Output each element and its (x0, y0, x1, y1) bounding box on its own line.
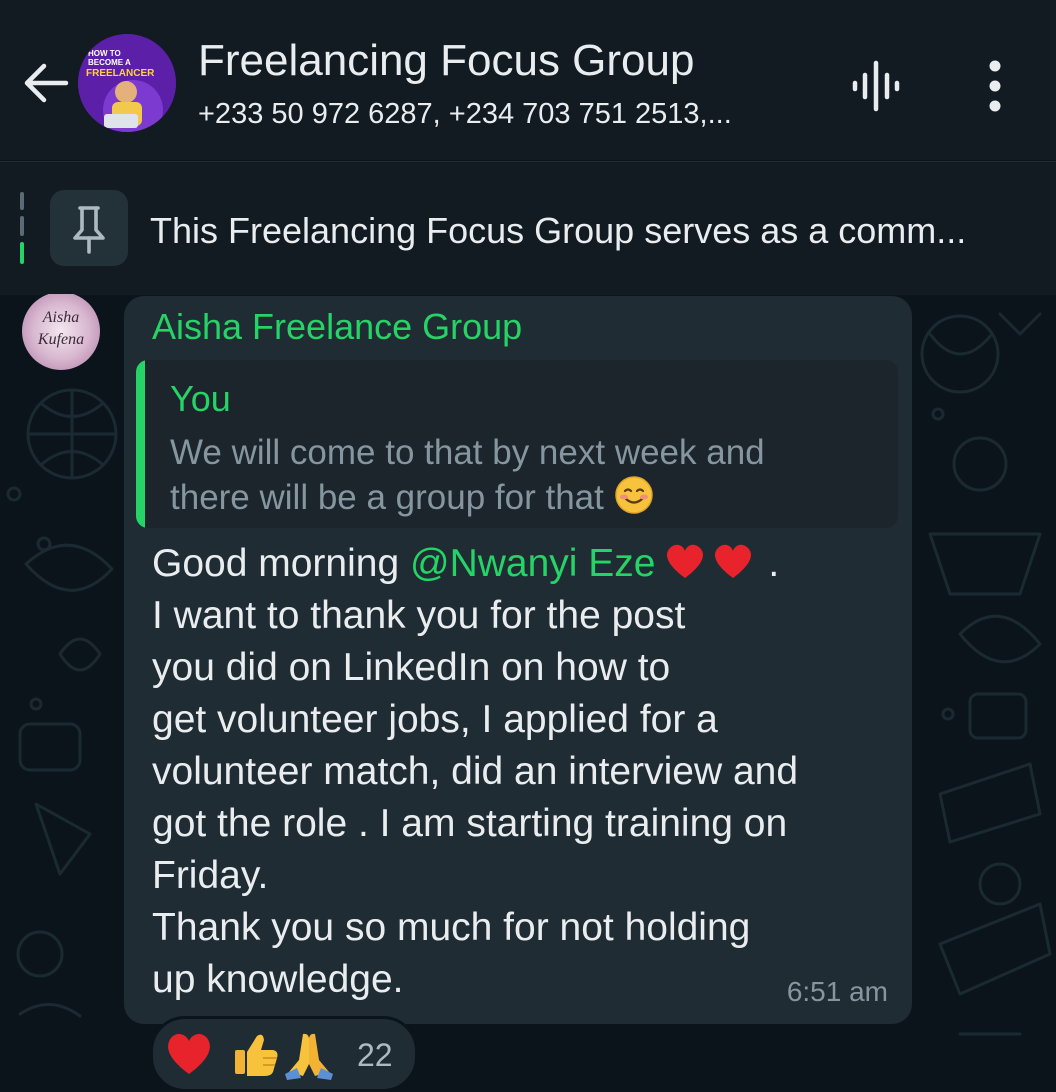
greeting-end: . (757, 542, 780, 585)
avatar-text-line: HOW TO (88, 49, 121, 58)
two-hearts-emoji (666, 544, 751, 578)
message-bubble[interactable]: Aisha Freelance Group You We will come t… (124, 296, 912, 1024)
message-timestamp: 6:51 am (786, 976, 888, 1007)
sender-name[interactable]: Aisha Freelance Group (152, 306, 522, 348)
reactions-pill[interactable]: 22 (150, 1016, 418, 1092)
mention-link[interactable]: @Nwanyi Eze (410, 542, 656, 585)
participants-list[interactable]: +233 50 972 6287, +234 703 751 2513,... (198, 98, 732, 131)
more-options-icon[interactable] (972, 58, 1018, 114)
quoted-reply[interactable]: You We will come to that by next week an… (136, 360, 898, 528)
pinned-indicator (20, 192, 24, 264)
quote-author: You (170, 378, 231, 419)
pinned-message-text[interactable]: This Freelancing Focus Group serves as a… (150, 210, 966, 252)
chat-header: HOW TO BECOME A FREELANCER Freelancing F… (0, 0, 1056, 160)
voice-chat-icon[interactable] (845, 55, 907, 117)
chat-title[interactable]: Freelancing Focus Group (198, 36, 694, 86)
reaction-emojis (168, 1033, 333, 1080)
message-body-text: I want to thank you for the post you did… (152, 594, 799, 1001)
quote-text: We will come to that by next week and th… (170, 430, 890, 520)
avatar-name-line: Kufena (37, 331, 84, 348)
pin-icon (73, 206, 105, 254)
red-heart-icon (168, 1034, 210, 1074)
back-arrow-icon[interactable] (18, 55, 74, 111)
quote-text-body: We will come to that by next week and th… (170, 433, 765, 517)
greeting-text: Good morning (152, 542, 410, 585)
smiling-face-emoji (614, 476, 653, 514)
avatar-text-line: BECOME A (88, 58, 131, 67)
group-avatar[interactable]: HOW TO BECOME A FREELANCER (78, 34, 176, 132)
chat-area[interactable]: Aisha Kufena Aisha Freelance Group You W… (0, 294, 1056, 1079)
folded-hands-icon (285, 1033, 333, 1080)
pinned-message-bar[interactable]: This Freelancing Focus Group serves as a… (0, 161, 1056, 295)
sender-avatar[interactable]: Aisha Kufena (22, 294, 100, 370)
avatar-text-line: FREELANCER (86, 68, 155, 79)
pin-icon-box (50, 190, 128, 266)
quote-accent-bar (136, 360, 145, 528)
thumbs-up-icon (235, 1034, 278, 1076)
message-text: Good morning @Nwanyi Eze . I want to tha… (152, 538, 904, 1006)
reaction-count: 22 (357, 1037, 393, 1073)
avatar-name-line: Aisha (42, 309, 79, 326)
